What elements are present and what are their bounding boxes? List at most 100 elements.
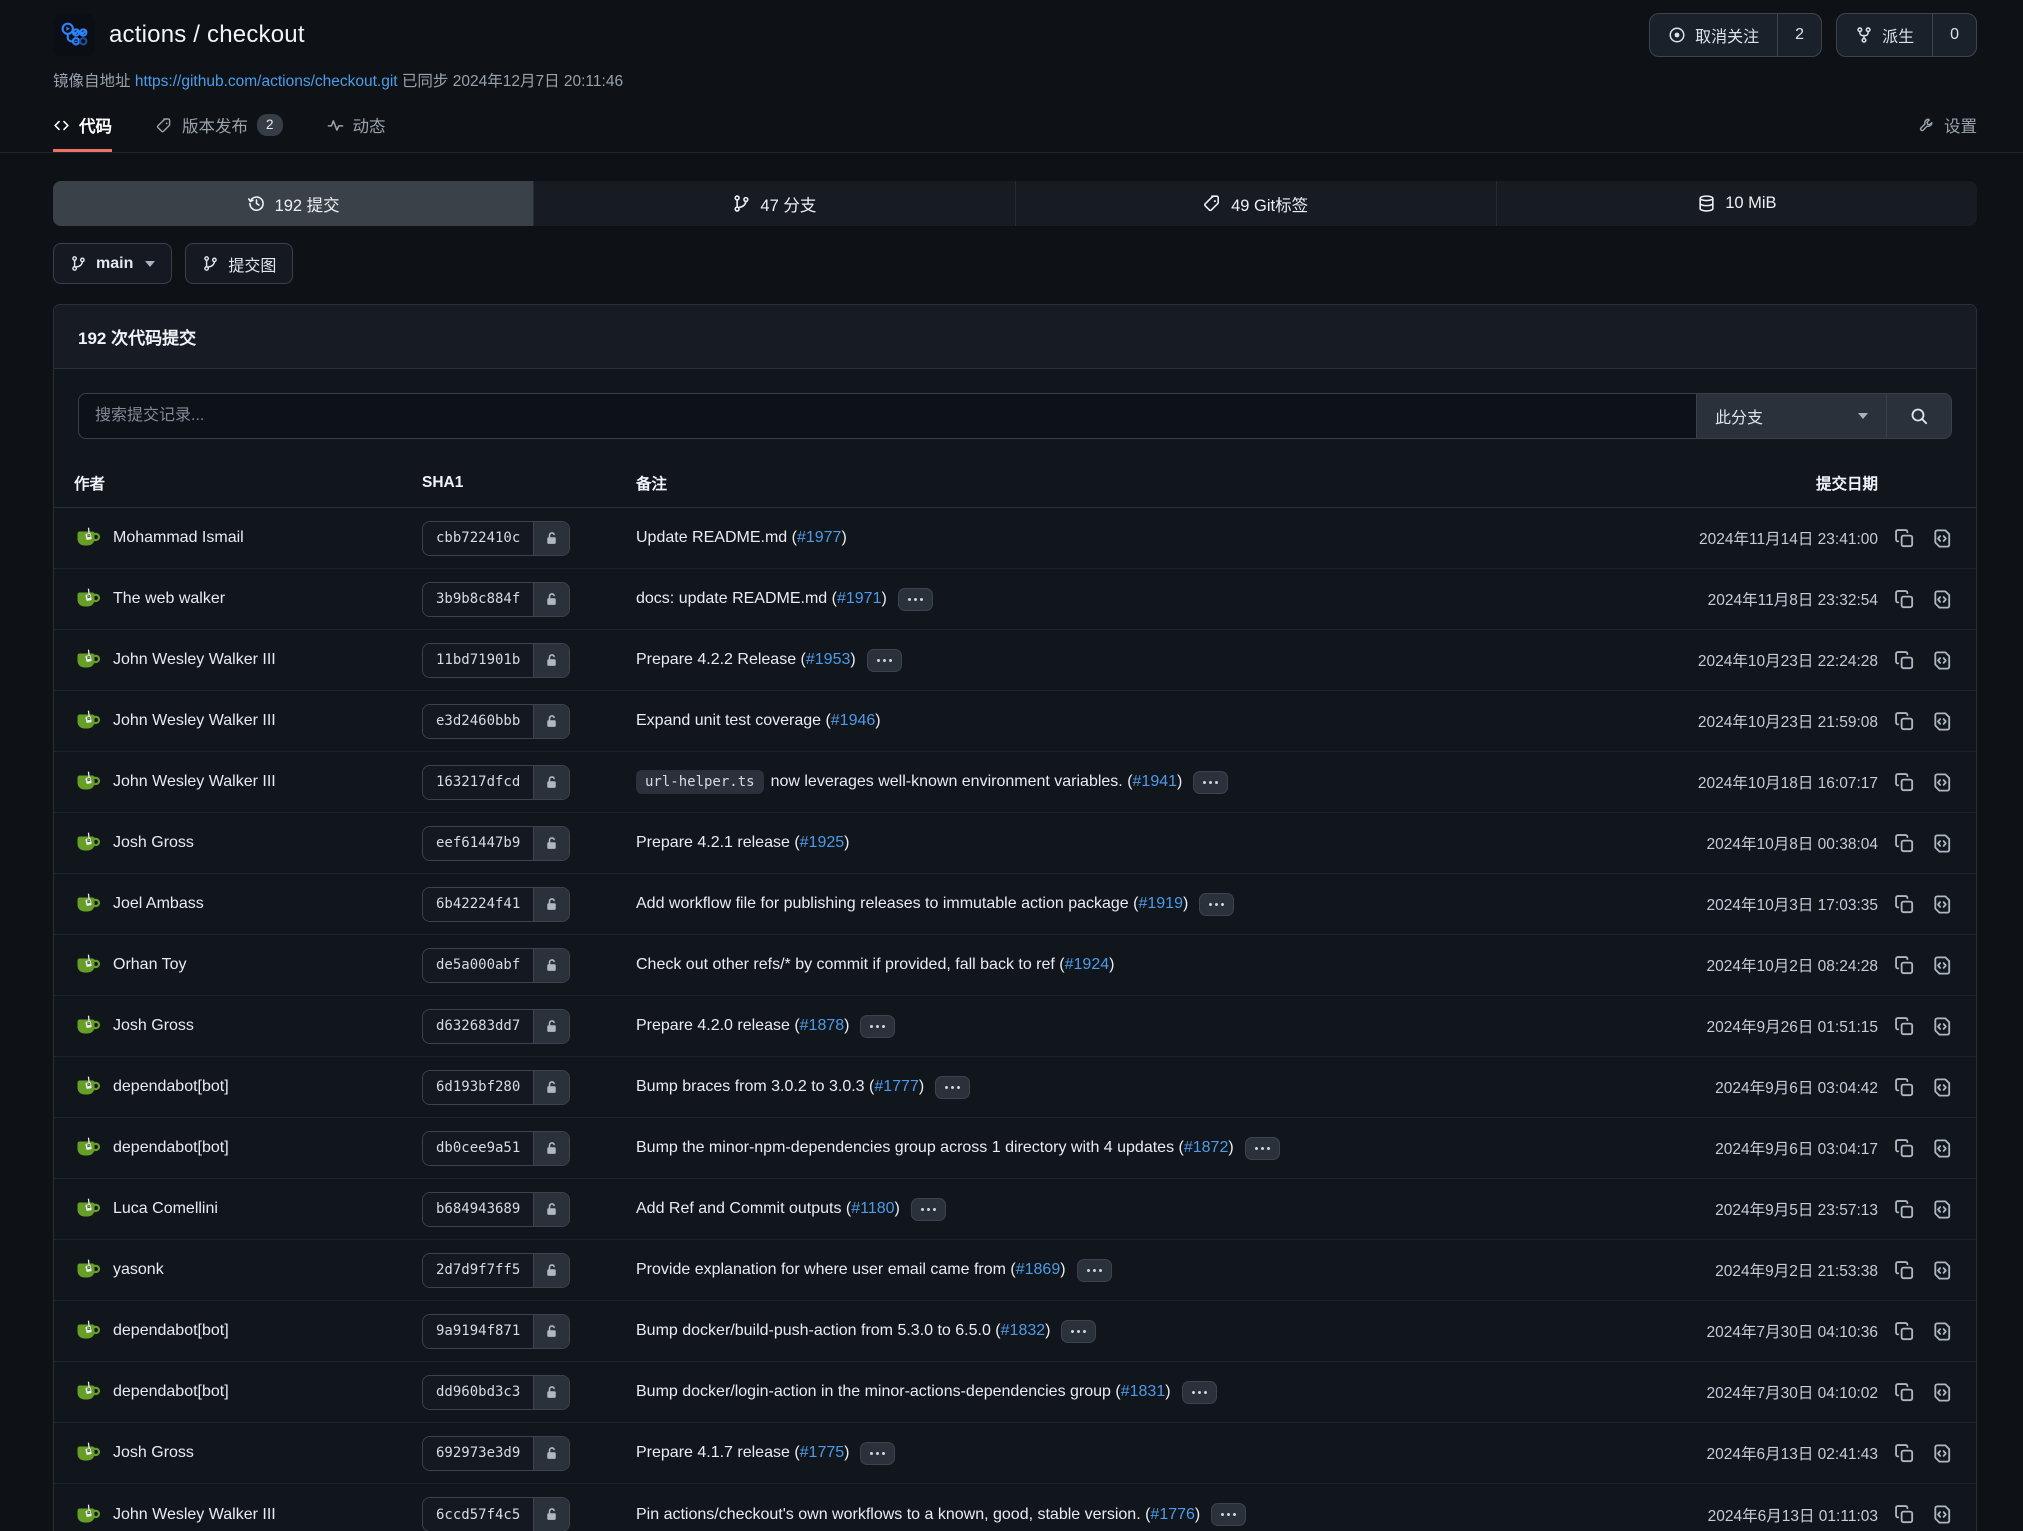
commit-sha-badge[interactable]: 9a9194f871 (422, 1314, 570, 1349)
copy-sha-button[interactable] (1893, 1259, 1916, 1282)
watch-count[interactable]: 2 (1777, 14, 1821, 56)
commit-sha-badge[interactable]: 6b42224f41 (422, 887, 570, 922)
browse-source-button[interactable] (1931, 649, 1954, 672)
expand-commit-message-button[interactable] (1199, 893, 1234, 916)
pr-link[interactable]: #1878 (800, 1017, 845, 1035)
stat-commits[interactable]: 192 提交 (53, 181, 534, 226)
copy-sha-button[interactable] (1893, 1503, 1916, 1526)
commit-author[interactable]: Josh Gross (113, 1444, 194, 1462)
pr-link[interactable]: #1869 (1016, 1261, 1061, 1279)
pr-link[interactable]: #1924 (1065, 956, 1110, 974)
commit-author[interactable]: John Wesley Walker III (113, 1506, 276, 1524)
commit-message[interactable]: Check out other refs/* by commit if prov… (636, 956, 1065, 974)
browse-source-button[interactable] (1931, 527, 1954, 550)
copy-sha-button[interactable] (1893, 1137, 1916, 1160)
commit-message[interactable]: Prepare 4.2.1 release ( (636, 834, 800, 852)
commit-message[interactable]: Prepare 4.2.2 Release ( (636, 651, 806, 669)
commit-author[interactable]: Luca Comellini (113, 1200, 218, 1218)
commit-author[interactable]: Josh Gross (113, 834, 194, 852)
commit-message[interactable]: Provide explanation for where user email… (636, 1261, 1016, 1279)
browse-source-button[interactable] (1931, 1442, 1954, 1465)
search-button[interactable] (1886, 393, 1952, 439)
expand-commit-message-button[interactable] (860, 1015, 895, 1038)
expand-commit-message-button[interactable] (1211, 1503, 1246, 1526)
commit-message[interactable]: Bump docker/build-push-action from 5.3.0… (636, 1322, 1001, 1340)
browse-source-button[interactable] (1931, 1381, 1954, 1404)
branch-selector[interactable]: main (53, 243, 172, 284)
copy-sha-button[interactable] (1893, 1015, 1916, 1038)
commit-author[interactable]: John Wesley Walker III (113, 712, 276, 730)
browse-source-button[interactable] (1931, 1259, 1954, 1282)
commit-author[interactable]: John Wesley Walker III (113, 773, 276, 791)
commit-sha-badge[interactable]: 6d193bf280 (422, 1070, 570, 1105)
commit-search-input[interactable] (78, 393, 1696, 439)
watch-button[interactable]: 取消关注 2 (1649, 13, 1822, 57)
pr-link[interactable]: #1953 (806, 651, 851, 669)
expand-commit-message-button[interactable] (860, 1442, 895, 1465)
pr-link[interactable]: #1941 (1133, 773, 1178, 791)
repo-title[interactable]: actions / checkout (109, 21, 305, 49)
commit-author[interactable]: The web walker (113, 590, 225, 608)
pr-link[interactable]: #1977 (797, 529, 842, 547)
browse-source-button[interactable] (1931, 954, 1954, 977)
commit-message[interactable]: Prepare 4.2.0 release ( (636, 1017, 800, 1035)
pr-link[interactable]: #1946 (831, 712, 876, 730)
browse-source-button[interactable] (1931, 1320, 1954, 1343)
commit-sha-badge[interactable]: dd960bd3c3 (422, 1375, 570, 1410)
commit-author[interactable]: dependabot[bot] (113, 1383, 229, 1401)
stat-size[interactable]: 10 MiB (1497, 181, 1977, 226)
browse-source-button[interactable] (1931, 1503, 1954, 1526)
commit-sha-badge[interactable]: 2d7d9f7ff5 (422, 1253, 570, 1288)
browse-source-button[interactable] (1931, 1076, 1954, 1099)
commit-author[interactable]: yasonk (113, 1261, 164, 1279)
expand-commit-message-button[interactable] (1077, 1259, 1112, 1282)
commit-sha-badge[interactable]: 163217dfcd (422, 765, 570, 800)
commit-author[interactable]: dependabot[bot] (113, 1139, 229, 1157)
commit-sha-badge[interactable]: de5a000abf (422, 948, 570, 983)
commit-message[interactable]: Add Ref and Commit outputs ( (636, 1200, 851, 1218)
pr-link[interactable]: #1831 (1121, 1383, 1166, 1401)
copy-sha-button[interactable] (1893, 771, 1916, 794)
commit-sha-badge[interactable]: b684943689 (422, 1192, 570, 1227)
copy-sha-button[interactable] (1893, 1320, 1916, 1343)
browse-source-button[interactable] (1931, 832, 1954, 855)
tab-releases[interactable]: 版本发布 2 (156, 113, 283, 152)
commit-message[interactable]: now leverages well-known environment var… (771, 773, 1133, 791)
browse-source-button[interactable] (1931, 771, 1954, 794)
copy-sha-button[interactable] (1893, 1198, 1916, 1221)
commit-message[interactable]: Update README.md ( (636, 529, 797, 547)
tab-code[interactable]: 代码 (53, 113, 112, 152)
expand-commit-message-button[interactable] (898, 588, 933, 611)
commit-author[interactable]: Josh Gross (113, 1017, 194, 1035)
commit-sha-badge[interactable]: 6ccd57f4c5 (422, 1497, 570, 1531)
copy-sha-button[interactable] (1893, 893, 1916, 916)
expand-commit-message-button[interactable] (911, 1198, 946, 1221)
copy-sha-button[interactable] (1893, 1076, 1916, 1099)
commit-message[interactable]: Prepare 4.1.7 release ( (636, 1444, 800, 1462)
pr-link[interactable]: #1775 (800, 1444, 845, 1462)
pr-link[interactable]: #1925 (800, 834, 845, 852)
commit-sha-badge[interactable]: cbb722410c (422, 521, 570, 556)
stat-tags[interactable]: 49 Git标签 (1016, 181, 1497, 226)
commit-message[interactable]: Bump the minor-npm-dependencies group ac… (636, 1139, 1184, 1157)
commit-message[interactable]: docs: update README.md ( (636, 590, 837, 608)
commit-graph-button[interactable]: 提交图 (185, 243, 293, 284)
copy-sha-button[interactable] (1893, 1381, 1916, 1404)
copy-sha-button[interactable] (1893, 588, 1916, 611)
browse-source-button[interactable] (1931, 893, 1954, 916)
pr-link[interactable]: #1180 (851, 1200, 894, 1218)
commit-sha-badge[interactable]: 692973e3d9 (422, 1436, 570, 1471)
copy-sha-button[interactable] (1893, 954, 1916, 977)
commit-message[interactable]: Bump braces from 3.0.2 to 3.0.3 ( (636, 1078, 874, 1096)
commit-author[interactable]: Orhan Toy (113, 956, 187, 974)
commit-author[interactable]: dependabot[bot] (113, 1078, 229, 1096)
browse-source-button[interactable] (1931, 1015, 1954, 1038)
commit-author[interactable]: Mohammad Ismail (113, 529, 244, 547)
copy-sha-button[interactable] (1893, 527, 1916, 550)
pr-link[interactable]: #1971 (837, 590, 882, 608)
fork-count[interactable]: 0 (1932, 14, 1976, 56)
expand-commit-message-button[interactable] (1061, 1320, 1096, 1343)
copy-sha-button[interactable] (1893, 1442, 1916, 1465)
browse-source-button[interactable] (1931, 1137, 1954, 1160)
copy-sha-button[interactable] (1893, 832, 1916, 855)
